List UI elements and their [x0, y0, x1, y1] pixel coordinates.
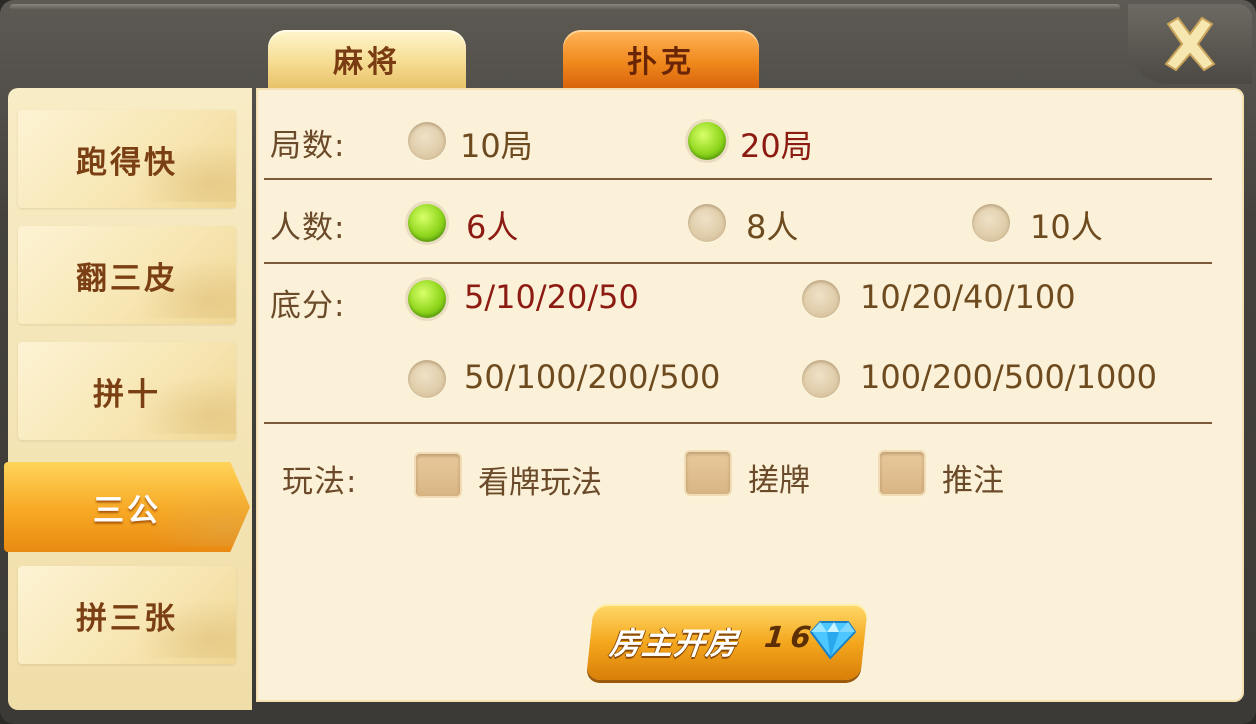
- rounds-radio-10[interactable]: [408, 122, 446, 160]
- create-room-label: 房主开房: [607, 626, 740, 662]
- section-divider: [264, 262, 1212, 264]
- dialog-top-edge: [10, 4, 1120, 10]
- sidebar-item-label: 三公: [93, 492, 161, 529]
- sidebar-item-sangong[interactable]: 三公: [4, 462, 250, 552]
- play-mode-checkbox-cuopai[interactable]: [684, 450, 732, 496]
- players-label: 人数:: [270, 210, 346, 246]
- section-divider: [264, 178, 1212, 180]
- base-score-option-1[interactable]: 5/10/20/50: [464, 278, 639, 316]
- tab-mahjong-label: 麻将: [333, 45, 401, 80]
- base-score-radio-1[interactable]: [408, 280, 446, 318]
- play-mode-option-tuizhu[interactable]: 推注: [942, 455, 1004, 500]
- sidebar-item-label: 拼三张: [76, 600, 178, 637]
- players-option-8[interactable]: 8人: [746, 202, 798, 248]
- close-x-icon: [1164, 16, 1216, 72]
- players-option-10[interactable]: 10人: [1030, 202, 1103, 248]
- players-radio-8[interactable]: [688, 204, 726, 242]
- sidebar-item-label: 翻三皮: [76, 260, 178, 297]
- sidebar-item-label: 拼十: [93, 376, 161, 413]
- base-score-label: 底分:: [270, 288, 346, 324]
- base-score-radio-3[interactable]: [408, 360, 446, 398]
- base-score-option-3[interactable]: 50/100/200/500: [464, 358, 720, 396]
- sidebar-item-pinsanzhang[interactable]: 拼三张: [18, 566, 236, 664]
- rounds-radio-20[interactable]: [688, 122, 726, 160]
- section-divider: [264, 422, 1212, 424]
- rounds-label: 局数:: [270, 128, 346, 164]
- base-score-option-4[interactable]: 100/200/500/1000: [860, 358, 1157, 396]
- create-room-button[interactable]: 房主开房 16: [586, 604, 868, 680]
- play-mode-option-cuopai[interactable]: 搓牌: [748, 455, 810, 500]
- play-mode-label: 玩法:: [282, 464, 358, 500]
- play-mode-checkbox-tuizhu[interactable]: [878, 450, 926, 496]
- base-score-option-2[interactable]: 10/20/40/100: [860, 278, 1076, 316]
- diamond-icon: [809, 621, 857, 660]
- players-radio-10[interactable]: [972, 204, 1010, 242]
- play-mode-option-kanpai[interactable]: 看牌玩法: [478, 457, 602, 502]
- rounds-option-10[interactable]: 10局: [460, 121, 533, 167]
- sidebar-item-paodekuai[interactable]: 跑得快: [18, 110, 236, 208]
- tab-mahjong[interactable]: 麻将: [268, 30, 466, 88]
- play-mode-checkbox-kanpai[interactable]: [414, 452, 462, 498]
- tab-poker[interactable]: 扑克: [563, 30, 759, 88]
- rounds-option-20[interactable]: 20局: [740, 121, 813, 167]
- base-score-radio-4[interactable]: [802, 360, 840, 398]
- players-option-6[interactable]: 6人: [466, 202, 518, 248]
- sidebar-item-label: 跑得快: [76, 144, 178, 181]
- base-score-radio-2[interactable]: [802, 280, 840, 318]
- sidebar-item-pinshi[interactable]: 拼十: [18, 342, 236, 440]
- close-button[interactable]: [1128, 4, 1252, 84]
- sidebar-item-fansanpi[interactable]: 翻三皮: [18, 226, 236, 324]
- tab-poker-label: 扑克: [627, 45, 695, 80]
- players-radio-6[interactable]: [408, 204, 446, 242]
